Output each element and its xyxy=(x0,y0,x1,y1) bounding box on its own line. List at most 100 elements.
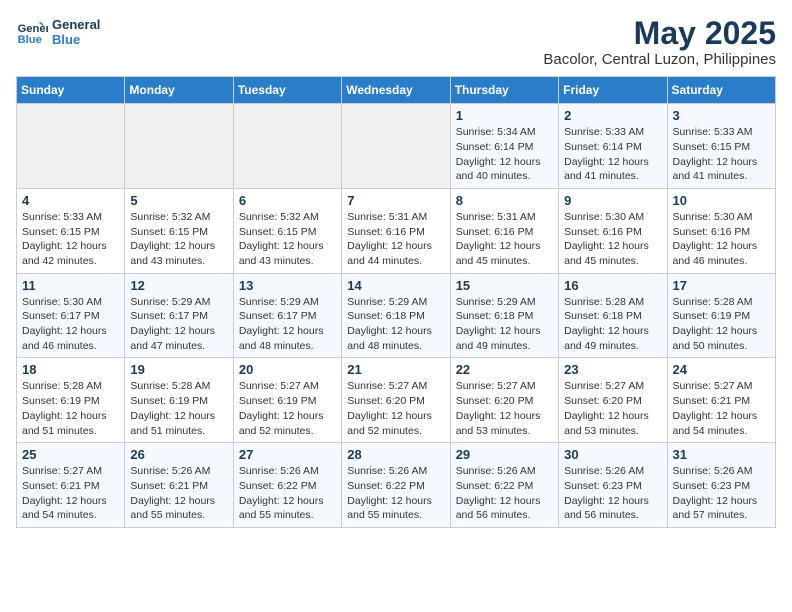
day-info: Sunrise: 5:28 AM Sunset: 6:19 PM Dayligh… xyxy=(673,295,770,354)
logo: General Blue General Blue xyxy=(16,16,100,48)
day-number: 23 xyxy=(564,362,661,377)
calendar-cell: 1 Sunrise: 5:34 AM Sunset: 6:14 PM Daylig… xyxy=(450,104,558,189)
svg-text:General: General xyxy=(18,23,48,35)
title-block: May 2025 Bacolor, Central Luzon, Philipp… xyxy=(543,16,776,68)
calendar-cell: 13 Sunrise: 5:29 AM Sunset: 6:17 PM Dayli… xyxy=(233,273,341,358)
calendar-week-row: 11 Sunrise: 5:30 AM Sunset: 6:17 PM Dayli… xyxy=(17,273,776,358)
page-header: General Blue General Blue May 2025 Bacol… xyxy=(16,16,776,68)
calendar-table: SundayMondayTuesdayWednesdayThursdayFrid… xyxy=(16,76,776,528)
day-number: 21 xyxy=(347,362,444,377)
day-number: 25 xyxy=(22,447,119,462)
calendar-cell: 30 Sunrise: 5:26 AM Sunset: 6:23 PM Dayli… xyxy=(559,443,667,528)
day-number: 28 xyxy=(347,447,444,462)
calendar-cell: 15 Sunrise: 5:29 AM Sunset: 6:18 PM Dayli… xyxy=(450,273,558,358)
day-info: Sunrise: 5:31 AM Sunset: 6:16 PM Dayligh… xyxy=(456,210,553,269)
day-number: 26 xyxy=(130,447,227,462)
day-number: 20 xyxy=(239,362,336,377)
svg-text:Blue: Blue xyxy=(18,34,42,46)
calendar-cell: 26Sunrise: 5:26 AM Sunset: 6:21 PM Dayli… xyxy=(125,443,233,528)
day-number: 1 xyxy=(456,108,553,123)
day-info: Sunrise: 5:30 AM Sunset: 6:17 PM Dayligh… xyxy=(22,295,119,354)
day-number: 10 xyxy=(673,193,770,208)
calendar-cell: 9Sunrise: 5:30 AM Sunset: 6:16 PM Daylig… xyxy=(559,188,667,273)
calendar-cell: 14Sunrise: 5:29 AM Sunset: 6:18 PM Dayli… xyxy=(342,273,450,358)
day-info: Sunrise: 5:26 AM Sunset: 6:22 PM Dayligh… xyxy=(347,464,444,523)
day-number: 30 xyxy=(564,447,661,462)
day-info: Sunrise: 5:26 AM Sunset: 6:23 PM Dayligh… xyxy=(564,464,661,523)
calendar-cell: 22Sunrise: 5:27 AM Sunset: 6:20 PM Dayli… xyxy=(450,358,558,443)
day-number: 13 xyxy=(239,278,336,293)
calendar-cell xyxy=(342,104,450,189)
calendar-cell: 29Sunrise: 5:26 AM Sunset: 6:22 PM Dayli… xyxy=(450,443,558,528)
day-number: 4 xyxy=(22,193,119,208)
day-number: 9 xyxy=(564,193,661,208)
calendar-cell xyxy=(233,104,341,189)
subtitle: Bacolor, Central Luzon, Philippines xyxy=(543,51,776,68)
calendar-cell: 7 Sunrise: 5:31 AM Sunset: 6:16 PM Daylig… xyxy=(342,188,450,273)
day-number: 18 xyxy=(22,362,119,377)
day-info: Sunrise: 5:34 AM Sunset: 6:14 PM Dayligh… xyxy=(456,125,553,184)
day-number: 16 xyxy=(564,278,661,293)
day-number: 15 xyxy=(456,278,553,293)
day-number: 7 xyxy=(347,193,444,208)
day-info: Sunrise: 5:27 AM Sunset: 6:20 PM Dayligh… xyxy=(564,379,661,438)
calendar-week-row: 25Sunrise: 5:27 AM Sunset: 6:21 PM Dayli… xyxy=(17,443,776,528)
header-saturday: Saturday xyxy=(667,77,775,104)
calendar-cell: 23 Sunrise: 5:27 AM Sunset: 6:20 PM Dayli… xyxy=(559,358,667,443)
day-info: Sunrise: 5:28 AM Sunset: 6:18 PM Dayligh… xyxy=(564,295,661,354)
day-info: Sunrise: 5:32 AM Sunset: 6:15 PM Dayligh… xyxy=(239,210,336,269)
calendar-cell: 5 Sunrise: 5:32 AM Sunset: 6:15 PM Daylig… xyxy=(125,188,233,273)
day-number: 3 xyxy=(673,108,770,123)
calendar-cell: 25Sunrise: 5:27 AM Sunset: 6:21 PM Dayli… xyxy=(17,443,125,528)
day-number: 19 xyxy=(130,362,227,377)
day-info: Sunrise: 5:27 AM Sunset: 6:20 PM Dayligh… xyxy=(347,379,444,438)
calendar-cell: 8 Sunrise: 5:31 AM Sunset: 6:16 PM Daylig… xyxy=(450,188,558,273)
day-info: Sunrise: 5:33 AM Sunset: 6:15 PM Dayligh… xyxy=(22,210,119,269)
day-number: 29 xyxy=(456,447,553,462)
main-title: May 2025 xyxy=(543,16,776,51)
day-info: Sunrise: 5:28 AM Sunset: 6:19 PM Dayligh… xyxy=(22,379,119,438)
header-sunday: Sunday xyxy=(17,77,125,104)
calendar-cell: 20Sunrise: 5:27 AM Sunset: 6:19 PM Dayli… xyxy=(233,358,341,443)
calendar-header-row: SundayMondayTuesdayWednesdayThursdayFrid… xyxy=(17,77,776,104)
day-info: Sunrise: 5:26 AM Sunset: 6:22 PM Dayligh… xyxy=(239,464,336,523)
calendar-week-row: 1 Sunrise: 5:34 AM Sunset: 6:14 PM Daylig… xyxy=(17,104,776,189)
calendar-cell: 6 Sunrise: 5:32 AM Sunset: 6:15 PM Daylig… xyxy=(233,188,341,273)
day-number: 8 xyxy=(456,193,553,208)
calendar-week-row: 4 Sunrise: 5:33 AM Sunset: 6:15 PM Daylig… xyxy=(17,188,776,273)
calendar-cell: 17 Sunrise: 5:28 AM Sunset: 6:19 PM Dayli… xyxy=(667,273,775,358)
logo-line2: Blue xyxy=(52,32,100,47)
header-monday: Monday xyxy=(125,77,233,104)
day-info: Sunrise: 5:33 AM Sunset: 6:15 PM Dayligh… xyxy=(673,125,770,184)
header-wednesday: Wednesday xyxy=(342,77,450,104)
calendar-cell: 24Sunrise: 5:27 AM Sunset: 6:21 PM Dayli… xyxy=(667,358,775,443)
day-info: Sunrise: 5:32 AM Sunset: 6:15 PM Dayligh… xyxy=(130,210,227,269)
logo-icon: General Blue xyxy=(16,16,48,48)
header-tuesday: Tuesday xyxy=(233,77,341,104)
day-info: Sunrise: 5:30 AM Sunset: 6:16 PM Dayligh… xyxy=(673,210,770,269)
calendar-cell: 4 Sunrise: 5:33 AM Sunset: 6:15 PM Daylig… xyxy=(17,188,125,273)
logo-line1: General xyxy=(52,17,100,32)
header-thursday: Thursday xyxy=(450,77,558,104)
calendar-cell: 3 Sunrise: 5:33 AM Sunset: 6:15 PM Daylig… xyxy=(667,104,775,189)
calendar-cell xyxy=(17,104,125,189)
day-number: 31 xyxy=(673,447,770,462)
day-info: Sunrise: 5:29 AM Sunset: 6:17 PM Dayligh… xyxy=(130,295,227,354)
day-info: Sunrise: 5:29 AM Sunset: 6:17 PM Dayligh… xyxy=(239,295,336,354)
day-number: 11 xyxy=(22,278,119,293)
day-info: Sunrise: 5:29 AM Sunset: 6:18 PM Dayligh… xyxy=(456,295,553,354)
day-info: Sunrise: 5:27 AM Sunset: 6:20 PM Dayligh… xyxy=(456,379,553,438)
day-number: 12 xyxy=(130,278,227,293)
calendar-week-row: 18 Sunrise: 5:28 AM Sunset: 6:19 PM Dayli… xyxy=(17,358,776,443)
day-number: 6 xyxy=(239,193,336,208)
calendar-cell: 28 Sunrise: 5:26 AM Sunset: 6:22 PM Dayli… xyxy=(342,443,450,528)
day-info: Sunrise: 5:33 AM Sunset: 6:14 PM Dayligh… xyxy=(564,125,661,184)
calendar-cell: 2Sunrise: 5:33 AM Sunset: 6:14 PM Daylig… xyxy=(559,104,667,189)
calendar-cell: 21 Sunrise: 5:27 AM Sunset: 6:20 PM Dayli… xyxy=(342,358,450,443)
calendar-cell: 16 Sunrise: 5:28 AM Sunset: 6:18 PM Dayli… xyxy=(559,273,667,358)
day-info: Sunrise: 5:31 AM Sunset: 6:16 PM Dayligh… xyxy=(347,210,444,269)
day-info: Sunrise: 5:28 AM Sunset: 6:19 PM Dayligh… xyxy=(130,379,227,438)
day-number: 5 xyxy=(130,193,227,208)
day-number: 17 xyxy=(673,278,770,293)
calendar-cell: 11 Sunrise: 5:30 AM Sunset: 6:17 PM Dayli… xyxy=(17,273,125,358)
